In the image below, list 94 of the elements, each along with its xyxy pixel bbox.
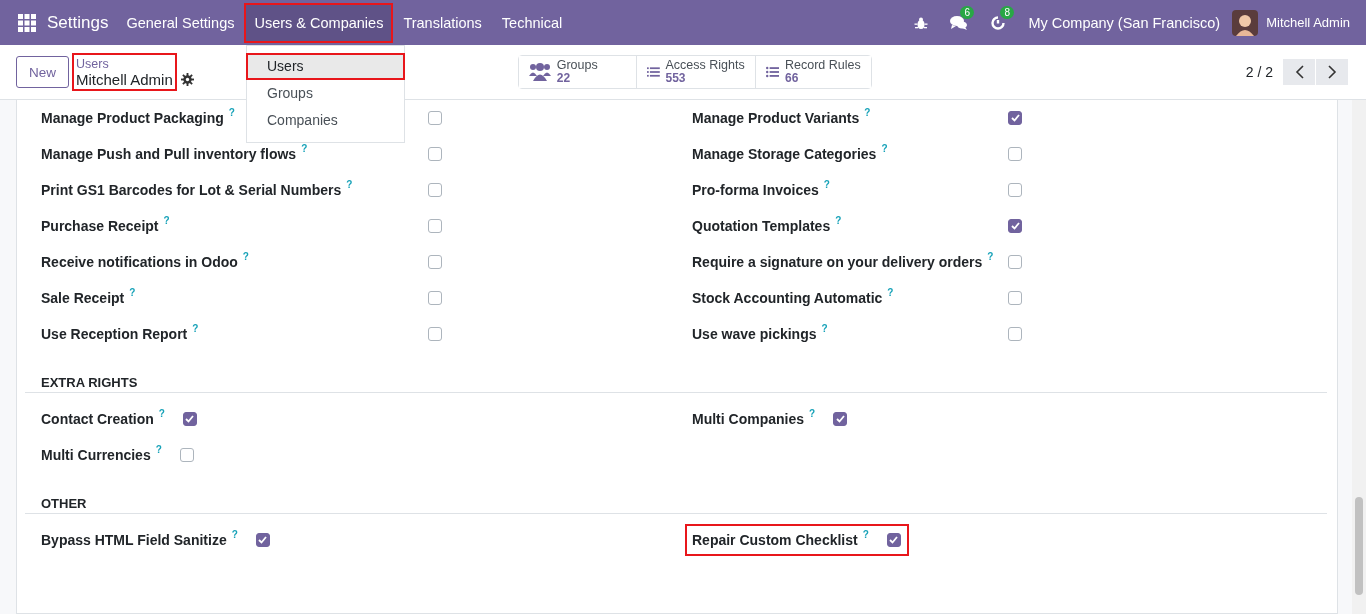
help-tooltip[interactable]: ?	[158, 408, 165, 419]
pager-value: 2 / 2	[1245, 64, 1273, 80]
help-tooltip[interactable]: ?	[823, 179, 830, 190]
field-label: Pro-forma Invoices	[692, 182, 819, 198]
field-label: Contact Creation	[41, 411, 154, 427]
checkbox[interactable]	[428, 111, 442, 125]
checkbox[interactable]	[1008, 291, 1022, 305]
help-tooltip[interactable]: ?	[862, 529, 869, 540]
field-label: Manage Push and Pull inventory flows	[41, 146, 297, 162]
menu-item[interactable]: Translations	[393, 2, 492, 43]
field-label: Stock Accounting Automatic	[692, 290, 883, 306]
dropdown-item[interactable]: Users	[246, 53, 405, 80]
clock-icon[interactable]	[990, 14, 1007, 31]
check-icon	[1010, 114, 1020, 122]
section-heading: OTHER	[25, 496, 1327, 514]
checkbox[interactable]	[1008, 111, 1022, 125]
checkbox[interactable]	[1008, 147, 1022, 161]
help-tooltip[interactable]: ?	[821, 323, 828, 334]
checkbox[interactable]	[428, 255, 442, 269]
field-label: Manage Product Variants	[692, 110, 860, 126]
check-icon	[185, 415, 195, 423]
checkbox[interactable]	[182, 412, 197, 426]
check-icon	[258, 536, 268, 544]
notification-badge: 8	[1000, 5, 1014, 19]
menu-item[interactable]: General Settings	[116, 2, 245, 43]
field-label: Manage Storage Categories	[692, 146, 877, 162]
help-tooltip[interactable]: ?	[835, 215, 842, 226]
help-tooltip[interactable]: ?	[987, 251, 994, 262]
field-label: Use Reception Report	[41, 326, 188, 342]
help-tooltip[interactable]: ?	[231, 529, 238, 540]
checkbox[interactable]	[1008, 327, 1022, 341]
chevron-left-icon	[1294, 65, 1304, 79]
help-tooltip[interactable]: ?	[346, 179, 353, 190]
help-tooltip[interactable]: ?	[192, 323, 199, 334]
checkbox[interactable]	[428, 291, 442, 305]
help-tooltip[interactable]: ?	[881, 143, 888, 154]
chevron-right-icon	[1327, 65, 1337, 79]
help-tooltip[interactable]: ?	[887, 287, 894, 298]
gear-icon[interactable]	[180, 72, 194, 86]
field-label: Sale Receipt	[41, 290, 125, 306]
help-tooltip[interactable]: ?	[155, 444, 162, 455]
avatar[interactable]	[1232, 9, 1259, 36]
checkbox[interactable]	[428, 327, 442, 341]
breadcrumb-link[interactable]: Users	[76, 56, 173, 72]
company-switcher[interactable]: My Company (San Francisco)	[1028, 14, 1221, 31]
checkbox[interactable]	[428, 183, 442, 197]
check-icon	[889, 536, 899, 544]
field-label: Multi Currencies	[41, 447, 151, 463]
checkbox[interactable]	[1008, 183, 1022, 197]
section-heading: EXTRA RIGHTS	[25, 375, 1327, 393]
field-label: Bypass HTML Field Sanitize	[41, 532, 227, 548]
menu-item[interactable]: Users & Companies	[244, 2, 394, 43]
menu-item[interactable]: Technical	[491, 2, 573, 43]
field-label: Quotation Templates	[692, 218, 831, 234]
checkbox[interactable]	[428, 147, 442, 161]
help-tooltip[interactable]: ?	[242, 251, 249, 262]
chat-icon[interactable]	[950, 14, 969, 31]
user-name[interactable]: Mitchell Admin	[1266, 15, 1350, 30]
previous-button[interactable]	[1283, 59, 1315, 85]
checkbox[interactable]	[886, 533, 901, 547]
checkbox[interactable]	[428, 219, 442, 233]
checkbox[interactable]	[179, 448, 194, 462]
checkbox[interactable]	[1008, 255, 1022, 269]
apps-grid-icon[interactable]	[18, 13, 36, 32]
help-tooltip[interactable]: ?	[864, 107, 871, 118]
record-title: Mitchell Admin	[76, 71, 173, 89]
field-label: Purchase Receipt	[41, 218, 159, 234]
field-label: Print GS1 Barcodes for Lot & Serial Numbers	[41, 182, 342, 198]
field-label: Repair Custom Checklist	[692, 532, 858, 548]
checkbox[interactable]	[255, 533, 270, 547]
check-icon	[835, 415, 845, 423]
checkbox[interactable]	[833, 412, 848, 426]
field-label: Use wave pickings	[692, 326, 817, 342]
field-label: Receive notifications in Odoo	[41, 254, 238, 270]
scrollbar[interactable]	[1352, 100, 1366, 614]
field-label: Multi Companies	[692, 411, 804, 427]
users-icon	[528, 62, 551, 82]
checkbox[interactable]	[1008, 219, 1022, 233]
smart-button[interactable]: Groups 22	[518, 56, 637, 88]
check-icon	[1010, 222, 1020, 230]
help-tooltip[interactable]: ?	[301, 143, 308, 154]
field-label: Require a signature on your delivery orders	[692, 254, 983, 270]
app-title[interactable]: Settings	[47, 12, 109, 33]
notification-badge: 6	[960, 5, 974, 19]
help-tooltip[interactable]: ?	[228, 107, 235, 118]
bug-icon[interactable]	[914, 15, 929, 30]
next-button[interactable]	[1316, 59, 1348, 85]
dropdown-item[interactable]: Groups	[246, 80, 405, 107]
help-tooltip[interactable]: ?	[809, 408, 816, 419]
help-tooltip[interactable]: ?	[129, 287, 136, 298]
new-button[interactable]: New	[16, 56, 69, 88]
help-tooltip[interactable]: ?	[163, 215, 170, 226]
dropdown-item[interactable]: Companies	[246, 107, 405, 134]
field-label: Manage Product Packaging	[41, 110, 224, 126]
